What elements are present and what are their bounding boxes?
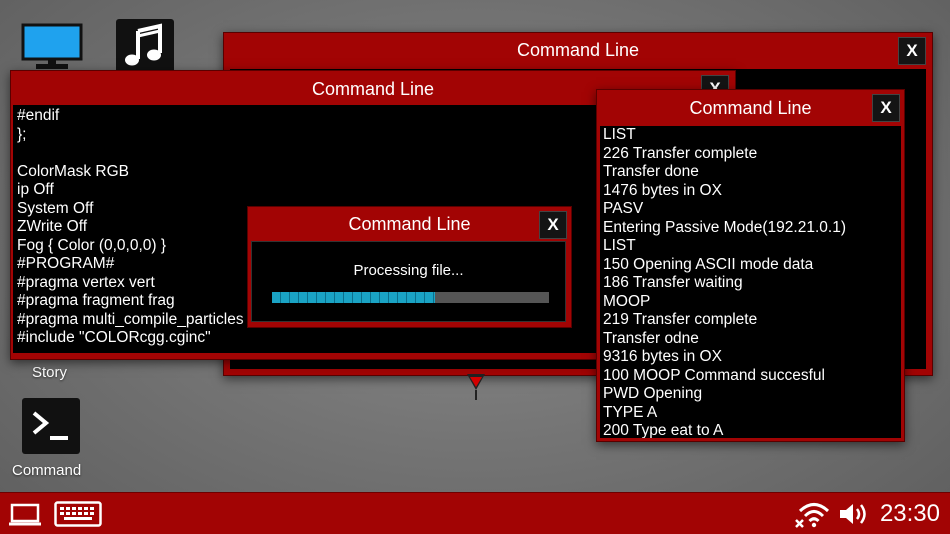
terminal-line: PWD Opening: [603, 385, 703, 402]
music-icon[interactable]: [116, 19, 174, 73]
keyboard-icon[interactable]: [54, 501, 102, 527]
story-label[interactable]: Story: [32, 364, 67, 381]
window-title: Command Line: [689, 98, 812, 118]
window-title: Command Line: [516, 40, 640, 60]
clock: 23:30: [879, 500, 940, 527]
monitor-icon[interactable]: [20, 22, 84, 70]
terminal-line: Entering Passive Mode(192.21.0.1): [603, 218, 846, 236]
close-button[interactable]: X: [872, 94, 900, 122]
progress-bar: [272, 292, 549, 303]
volume-icon[interactable]: [838, 501, 870, 527]
window-title: Command Line: [348, 214, 471, 234]
processing-message: Processing file...: [353, 262, 464, 279]
terminal-line: MOOP: [603, 292, 651, 310]
terminal-line: 100 MOOP Command succesful: [603, 366, 825, 384]
close-button[interactable]: X: [539, 211, 567, 239]
terminal-line: 219 Transfer complete: [603, 311, 758, 328]
terminal-line: LIST: [603, 237, 636, 254]
terminal-line: 150 Opening ASCII mode data: [603, 255, 814, 273]
terminal-line: PASV: [603, 200, 644, 217]
terminal-line: 1476 bytes in OX: [603, 181, 722, 199]
terminal-icon[interactable]: [22, 398, 80, 454]
pointer-marker: [467, 374, 485, 400]
command-window-ftp[interactable]: Command Line X LIST 226 Transfer complet…: [596, 89, 905, 442]
terminal-line: 9316 bytes in OX: [603, 348, 722, 365]
terminal-line: TYPE A: [603, 403, 658, 421]
terminal-line: LIST: [603, 126, 636, 143]
progress-fill: [272, 292, 436, 303]
progress-panel: Processing file...: [251, 241, 566, 322]
laptop-icon[interactable]: [8, 503, 42, 527]
terminal-line: 186 Transfer waiting: [603, 274, 743, 291]
terminal-output: LIST 226 Transfer complete Transfer done…: [600, 126, 901, 438]
wifi-off-icon[interactable]: [794, 499, 830, 531]
terminal-line: 226 Transfer complete: [603, 144, 758, 162]
taskbar: 23:30: [0, 492, 950, 534]
processing-dialog[interactable]: Command Line X Processing file...: [247, 206, 572, 328]
command-label[interactable]: Command: [12, 462, 81, 479]
close-button[interactable]: X: [898, 37, 926, 65]
terminal-line: Transfer odne: [603, 329, 699, 347]
terminal-line: Transfer done: [603, 163, 699, 180]
terminal-line: 200 Type eat to A: [603, 422, 724, 438]
